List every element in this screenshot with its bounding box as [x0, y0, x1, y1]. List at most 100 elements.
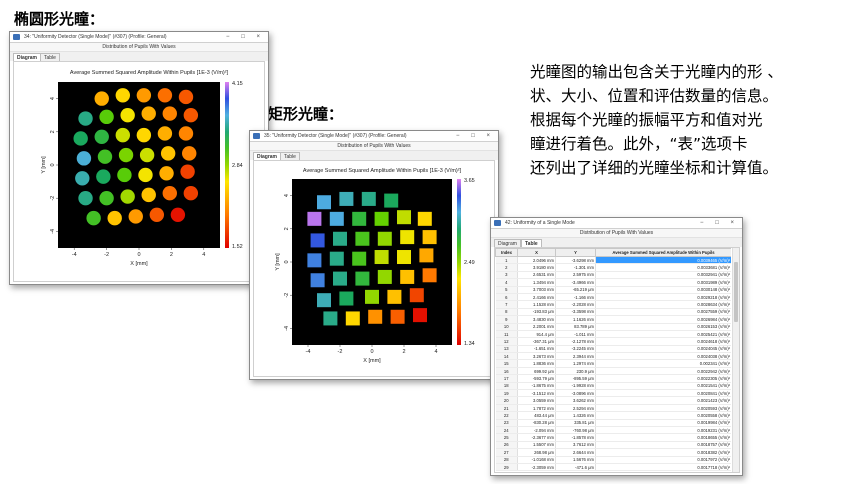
index-cell: 28	[495, 456, 518, 464]
y-tick-label: 4	[50, 97, 56, 100]
y-tick-label: -4	[284, 326, 290, 331]
table-row[interactable]: 11 914.4 μm -1.011 mm 0.0025421 (V/m)²	[495, 330, 731, 339]
pupil-marker	[182, 146, 197, 161]
pupil-marker	[178, 126, 194, 141]
y-cell: 1.5676 mm	[555, 456, 596, 464]
pupil-marker	[333, 231, 347, 246]
table-row[interactable]: 23 -830.28 μm 335.81 μm 0.0019984 (V/m)²	[495, 419, 731, 428]
column-header[interactable]: Y	[555, 248, 596, 257]
pupil-marker	[413, 308, 427, 323]
table-row[interactable]: 21 1.7872 mm 2.5294 mm 0.0020593 (V/m)²	[495, 404, 731, 413]
table-row[interactable]: 27 268.98 μm 2.6644 mm 0.0018382 (V/m)²	[495, 448, 731, 457]
pupil-marker	[384, 193, 399, 208]
table-window[interactable]: 42: Uniformity of a Single Mode − □ × Di…	[490, 217, 743, 476]
pupil-marker	[377, 269, 392, 284]
colorbar	[225, 82, 229, 248]
rect-analysis-window[interactable]: 35: "Uniformity Detector (Single Mode)" …	[249, 130, 499, 380]
pupil-marker	[183, 108, 199, 123]
description-line: 还列出了详细的光瞳坐标和计算值。	[530, 159, 779, 177]
pupil-marker	[117, 167, 132, 183]
x-cell: 268.98 μm	[517, 448, 556, 457]
pupil-marker	[86, 210, 101, 226]
table-row[interactable]: 3 2.6531 mm 2.5975 mm 0.0032941 (V/m)²	[495, 271, 731, 280]
index-cell: 27	[495, 448, 518, 457]
table-row[interactable]: 10 2.2001 mm 83.789 μm 0.0026153 (V/m)²	[495, 323, 731, 331]
index-cell: 15	[495, 359, 518, 368]
window-controls-icon[interactable]: − □ ×	[456, 131, 495, 141]
pupil-marker	[339, 191, 354, 206]
value-cell: 0.0029218 (V/m)²	[595, 293, 731, 302]
pupil-marker	[162, 106, 177, 121]
table-row[interactable]: 1 2.0496 mm -3.6298 mm 0.0039465 (V/m)²	[495, 256, 731, 265]
chart-title: Average Summed Squared Amplitude Within …	[303, 168, 462, 174]
pupil-marker	[374, 211, 389, 226]
table-row[interactable]: 24 -2.094 mm -760.98 μm 0.0019231 (V/m)²	[495, 426, 731, 435]
table-row[interactable]: 25 -2.3677 mm -1.8578 mm 0.0018655 (V/m)²	[495, 433, 731, 442]
x-cell: 1.7872 mm	[517, 404, 556, 413]
x-cell: -1.0168 mm	[517, 456, 556, 464]
table-row[interactable]: 18 -1.8675 mm -1.9928 mm 0.0021541 (V/m)²	[495, 382, 731, 391]
vertical-scrollbar[interactable]	[732, 248, 739, 472]
table-row[interactable]: 15 1.8836 mm 1.2974 mm 0.002341 (V/m)²	[495, 359, 731, 368]
pupil-marker	[136, 88, 152, 103]
index-cell: 9	[495, 315, 518, 324]
index-cell: 24	[495, 426, 518, 435]
window-titlebar[interactable]: 35: "Uniformity Detector (Single Mode)" …	[250, 131, 498, 142]
colorbar	[457, 179, 461, 345]
x-tick-label: -4	[306, 349, 311, 355]
pupil-marker	[355, 271, 370, 286]
column-header[interactable]: Average Summed Squared Amplitude Within …	[595, 248, 731, 257]
x-cell: 2.4166 mm	[517, 293, 556, 302]
window-controls-icon[interactable]: − □ ×	[700, 218, 739, 228]
table-row[interactable]: 13 -1.651 mm -3.2245 mm 0.0024045 (V/m)²	[495, 345, 731, 354]
table-row[interactable]: 17 -593.79 μm -895.59 μm 0.0022305 (V/m)²	[495, 374, 731, 383]
x-cell: -367.31 μm	[517, 337, 556, 346]
ellipse-analysis-window[interactable]: 34: "Uniformity Detector (Single Mode)" …	[9, 31, 269, 285]
pupil-marker	[329, 251, 344, 266]
value-cell: 0.0024618 (V/m)²	[595, 337, 731, 346]
table-row[interactable]: 5 3.7003 mm -65.219 μm 0.0030148 (V/m)²	[495, 286, 731, 294]
pupil-marker	[355, 231, 370, 246]
table-row[interactable]: 12 -367.31 μm -2.1278 mm 0.0024618 (V/m)²	[495, 337, 731, 346]
index-cell: 13	[495, 345, 518, 354]
table-row[interactable]: 16 699.92 μm 230.9 μm 0.0022942 (V/m)²	[495, 367, 731, 376]
value-cell: 0.0028634 (V/m)²	[595, 300, 731, 309]
table-row[interactable]: 19 -3.1512 mm -3.0896 mm 0.0020841 (V/m)²	[495, 389, 731, 398]
table-row[interactable]: 22 483.44 μm 1.4326 mm 0.0020558 (V/m)²	[495, 411, 731, 420]
window-titlebar[interactable]: 34: "Uniformity Detector (Single Mode)" …	[10, 32, 268, 43]
window-titlebar[interactable]: 42: Uniformity of a Single Mode − □ ×	[491, 218, 742, 229]
value-cell: 0.0027559 (V/m)²	[595, 308, 731, 317]
pupil-marker	[115, 88, 130, 103]
scrollbar-thumb[interactable]	[734, 262, 738, 322]
column-header[interactable]: Index	[495, 248, 518, 257]
value-cell: 0.0039465 (V/m)²	[595, 256, 731, 265]
table-row[interactable]: 9 3.4830 mm 1.1626 mm 0.0026984 (V/m)²	[495, 315, 731, 324]
index-cell: 8	[495, 308, 518, 317]
pupil-marker	[339, 291, 354, 306]
x-cell: 3.9180 mm	[517, 263, 556, 272]
y-cell: 1.1626 mm	[555, 315, 596, 324]
value-cell: 0.0024045 (V/m)²	[595, 345, 731, 354]
window-controls-icon[interactable]: − □ ×	[226, 32, 265, 42]
table-row[interactable]: 29 -2.3059 mm -471.6 μm 0.0017718 (V/m)²	[495, 463, 731, 472]
y-cell: -2.2028 mm	[555, 300, 596, 309]
table-row[interactable]: 28 -1.0168 mm 1.5676 mm 0.0017972 (V/m)²	[495, 456, 731, 464]
y-cell: 2.5975 mm	[555, 271, 596, 280]
y-cell: -471.6 μm	[555, 463, 596, 472]
table-row[interactable]: 26 1.5507 mm 3.7612 mm 0.0018757 (V/m)²	[495, 441, 731, 450]
pupil-marker	[73, 131, 88, 146]
table-row[interactable]: 8 -193.83 μm -3.3598 mm 0.0027559 (V/m)²	[495, 308, 731, 317]
x-axis-label: X [mm]	[363, 358, 381, 364]
table-row[interactable]: 6 2.4166 mm -1.166 mm 0.0029218 (V/m)²	[495, 293, 731, 302]
pupil-marker	[352, 211, 367, 226]
x-cell: -1.651 mm	[517, 345, 556, 354]
pupil-marker	[365, 289, 379, 304]
table-row[interactable]: 20 3.0559 mm 3.6262 mm 0.0021423 (V/m)²	[495, 396, 731, 405]
table-row[interactable]: 14 3.2673 mm 2.3944 mm 0.0024038 (V/m)²	[495, 352, 731, 361]
table-row[interactable]: 4 1.3494 mm -3.4966 mm 0.0031989 (V/m)²	[495, 278, 731, 287]
table-row[interactable]: 2 3.9180 mm -1.301 mm 0.0033681 (V/m)²	[495, 263, 731, 272]
pupil-marker	[128, 209, 143, 224]
y-cell: 1.4326 mm	[555, 411, 596, 420]
table-row[interactable]: 7 1.1528 mm -2.2028 mm 0.0028634 (V/m)²	[495, 300, 731, 309]
column-header[interactable]: X	[517, 248, 556, 257]
